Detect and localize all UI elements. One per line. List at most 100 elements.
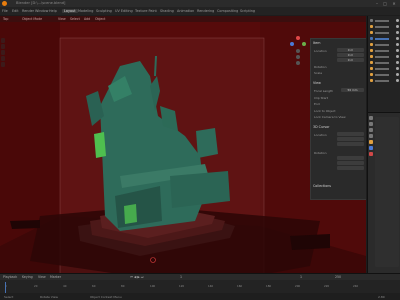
location-x-field[interactable]: 0 m [337, 48, 364, 52]
list-item[interactable] [370, 31, 400, 35]
x-axis-icon[interactable] [296, 36, 300, 40]
tab-modeling[interactable]: Modeling [78, 9, 93, 13]
cursor-rot-x-field[interactable] [337, 156, 364, 160]
tab-sculpting[interactable]: Sculpting [96, 9, 112, 13]
list-item[interactable] [370, 37, 400, 41]
location-z-field[interactable]: 0 m [337, 58, 364, 62]
menu-render[interactable]: Render [22, 9, 34, 13]
section-collections[interactable]: Collections [313, 184, 331, 188]
location-label: Location [314, 49, 327, 53]
menu-edit[interactable]: Edit [12, 9, 19, 13]
tab-scripting[interactable]: Scripting [240, 9, 255, 13]
eye-icon[interactable] [396, 67, 399, 70]
tab-rendering[interactable]: Rendering [197, 9, 214, 13]
eye-icon[interactable] [396, 19, 399, 22]
start-frame-field[interactable]: 1 [300, 275, 302, 279]
lock-camera-label[interactable]: Lock Camera to View [314, 115, 346, 119]
cursor-z-field[interactable] [337, 142, 364, 146]
tab-compositing[interactable]: Compositing [217, 9, 238, 13]
list-item[interactable] [370, 43, 400, 47]
scale-label: Scale [314, 71, 323, 75]
close-button[interactable]: ✕ [391, 1, 397, 6]
maximize-button[interactable]: □ [382, 1, 388, 6]
output-tab-icon[interactable] [369, 128, 373, 132]
minimize-button[interactable]: – [374, 1, 380, 6]
eye-icon[interactable] [396, 79, 399, 82]
menu-playback[interactable]: Playback [3, 275, 17, 279]
view-label: Top [3, 17, 9, 21]
menu-window[interactable]: Window [35, 9, 48, 13]
section-item[interactable]: Item [313, 41, 321, 45]
list-item[interactable] [370, 73, 400, 77]
eye-icon[interactable] [396, 43, 399, 46]
modifier-tab-icon[interactable] [369, 146, 373, 150]
focal-length-field[interactable]: 50 mm [341, 88, 364, 92]
eye-icon[interactable] [396, 25, 399, 28]
cursor-y-field[interactable] [337, 137, 364, 141]
y-axis-icon[interactable] [302, 42, 306, 46]
select-tool-icon[interactable] [1, 38, 5, 43]
cursor-rot-z-field[interactable] [337, 166, 364, 170]
frame-number: 80 [121, 284, 125, 288]
section-3d-cursor[interactable]: 3D Cursor [313, 125, 330, 129]
toolbar [1, 38, 6, 68]
material-tab-icon[interactable] [369, 152, 373, 156]
menu-keying[interactable]: Keying [22, 275, 33, 279]
properties-content [375, 117, 399, 267]
top-menu-bar: File Edit Render Window Help Layout Mode… [0, 7, 400, 15]
tab-uv-editing[interactable]: UV Editing [115, 9, 133, 13]
list-item[interactable] [370, 25, 400, 29]
rotate-tool-icon[interactable] [1, 56, 5, 61]
navigation-gizmo[interactable] [288, 36, 308, 66]
tab-texture-paint[interactable]: Texture Paint [135, 9, 157, 13]
menu-view[interactable]: View [58, 17, 66, 21]
eye-icon[interactable] [396, 55, 399, 58]
menu-marker[interactable]: Marker [50, 275, 61, 279]
menu-select[interactable]: Select [70, 17, 80, 21]
camera-view-icon[interactable] [296, 61, 300, 65]
outliner[interactable] [368, 16, 400, 111]
mode-selector[interactable]: Object Mode [22, 17, 42, 21]
list-item[interactable] [370, 67, 400, 71]
tab-layout[interactable]: Layout [62, 9, 78, 13]
tool-tab-icon[interactable] [369, 116, 373, 120]
menu-view-timeline[interactable]: View [38, 275, 46, 279]
render-tab-icon[interactable] [369, 122, 373, 126]
cursor-rot-y-field[interactable] [337, 161, 364, 165]
scene-tab-icon[interactable] [369, 134, 373, 138]
current-frame-field[interactable]: 1 [180, 275, 182, 279]
frame-ruler[interactable]: 0 20 40 60 80 100 120 140 160 180 200 22… [0, 284, 400, 288]
eye-icon[interactable] [396, 37, 399, 40]
play-controls-icon[interactable]: ⏮◀▶⏭ [130, 275, 145, 279]
eye-icon[interactable] [396, 49, 399, 52]
z-axis-icon[interactable] [290, 42, 294, 46]
scale-tool-icon[interactable] [1, 62, 5, 67]
end-frame-field[interactable]: 250 [335, 275, 341, 279]
cursor-rotation-label: Rotation [314, 151, 327, 155]
tab-shading[interactable]: Shading [160, 9, 174, 13]
list-item[interactable] [370, 49, 400, 53]
menu-help[interactable]: Help [49, 9, 57, 13]
tab-animation[interactable]: Animation [177, 9, 194, 13]
location-y-field[interactable]: 0 m [337, 53, 364, 57]
move-tool-icon[interactable] [1, 50, 5, 55]
menu-file[interactable]: File [2, 9, 8, 13]
pan-icon[interactable] [296, 55, 300, 59]
eye-icon[interactable] [396, 61, 399, 64]
menu-object[interactable]: Object [95, 17, 105, 21]
cursor-x-field[interactable] [337, 132, 364, 136]
cursor-tool-icon[interactable] [1, 44, 5, 49]
timeline[interactable]: Playback Keying View Marker ⏮◀▶⏭ 1 1 250… [0, 273, 400, 294]
list-item[interactable] [370, 61, 400, 65]
zoom-icon[interactable] [296, 49, 300, 53]
3d-viewport[interactable]: Top Object Mode View Select Add Object I… [0, 16, 366, 273]
list-item[interactable] [370, 79, 400, 83]
eye-icon[interactable] [396, 73, 399, 76]
properties-editor[interactable] [368, 112, 400, 274]
menu-add[interactable]: Add [84, 17, 90, 21]
section-view[interactable]: View [313, 81, 321, 85]
list-item[interactable] [370, 19, 400, 23]
eye-icon[interactable] [396, 31, 399, 34]
object-tab-icon[interactable] [369, 140, 373, 144]
list-item[interactable] [370, 55, 400, 59]
